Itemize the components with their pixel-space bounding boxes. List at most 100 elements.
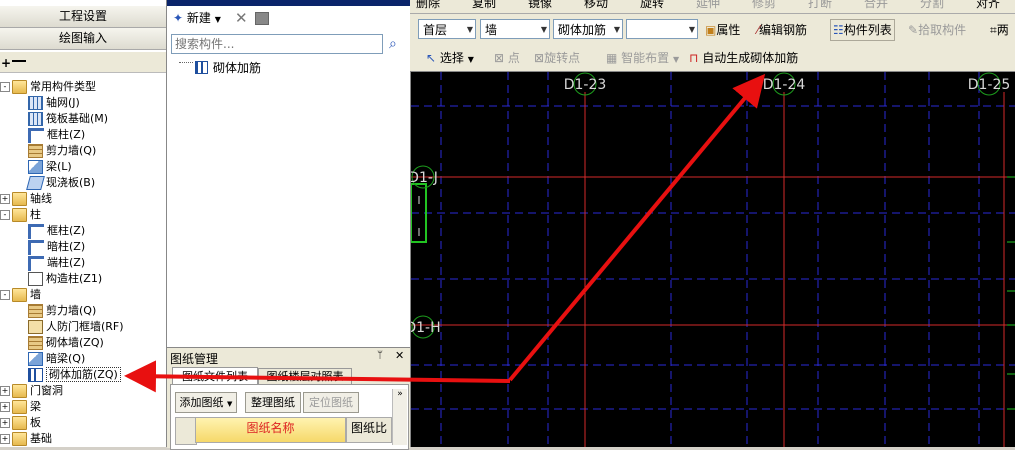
expand-icon[interactable]: + xyxy=(0,418,10,428)
tab-drawing-files[interactable]: 图纸文件列表 xyxy=(172,367,258,385)
point-label: 点 xyxy=(507,51,520,65)
tree-item[interactable]: 构造柱(Z1) xyxy=(28,271,102,287)
nav-project-settings[interactable]: 工程设置 xyxy=(0,6,166,28)
close-icon[interactable]: ✕ xyxy=(395,349,404,362)
tree-folder[interactable]: -柱 xyxy=(0,207,41,223)
nav-drawing-input[interactable]: 绘图输入 xyxy=(0,28,166,50)
tree-item[interactable]: 端柱(Z) xyxy=(28,255,85,271)
tree-item[interactable]: 现浇板(B) xyxy=(26,175,95,191)
smart-layout-button[interactable]: ▦ 智能布置 ▼ xyxy=(606,48,679,68)
tree-item[interactable]: 暗梁(Q) xyxy=(28,351,85,367)
expand-icon[interactable]: + xyxy=(0,386,10,396)
tree-label: 梁(L) xyxy=(46,160,72,173)
copy-icon[interactable] xyxy=(255,12,269,25)
pick-icon: ✎ xyxy=(908,23,919,37)
collapse-icon[interactable]: - xyxy=(0,82,10,92)
collapse-all-icon[interactable] xyxy=(12,60,26,62)
tree-label: 暗梁(Q) xyxy=(46,352,86,365)
edit-tool-4[interactable]: 旋转 xyxy=(640,0,664,11)
tree-folder[interactable]: + 板 xyxy=(0,415,41,431)
tree-item[interactable]: 暗柱(Z) xyxy=(28,239,85,255)
edit-rebar-button[interactable]: ⁄编辑钢筋 xyxy=(757,20,807,40)
tree-item[interactable]: 剪力墙(Q) xyxy=(28,303,96,319)
tree-label: 端柱(Z) xyxy=(47,256,86,269)
tree-item[interactable]: 砌体墙(ZQ) xyxy=(28,335,104,351)
expand-all-icon[interactable]: + xyxy=(1,56,11,70)
two-point-label: 两 xyxy=(996,23,1009,37)
select-label: 选择 xyxy=(439,51,464,65)
floor-select[interactable]: 首层 ▼ xyxy=(418,19,476,39)
tree-item[interactable]: 筏板基础(M) xyxy=(28,111,108,127)
rebar-icon xyxy=(28,368,43,382)
edit-tool-3[interactable]: 移动 xyxy=(584,0,608,11)
tree-item[interactable]: 轴网(J) xyxy=(28,95,80,111)
expand-icon[interactable]: + xyxy=(0,402,10,412)
expand-icon[interactable]: + xyxy=(0,194,10,204)
smart-icon: ▦ xyxy=(606,51,618,65)
collapse-icon[interactable]: - xyxy=(0,210,10,220)
new-component-button[interactable]: ✦ 新建 ▼ xyxy=(173,8,221,28)
tree-item[interactable]: 梁(L) xyxy=(28,159,72,175)
drawing-canvas[interactable]: D1-23 D1-24 D1-25 D1-J D1-H xyxy=(405,72,1015,447)
search-component-input[interactable] xyxy=(171,34,383,54)
edit-tool-1[interactable]: 复制 xyxy=(472,0,496,11)
add-drawing-button[interactable]: 添加图纸 ▼ xyxy=(175,392,237,413)
two-point-button[interactable]: ⌗两 xyxy=(990,20,1009,40)
cad-view[interactable]: D1-23 D1-24 D1-25 D1-J D1-H xyxy=(405,72,1015,447)
tree-item[interactable]: 剪力墙(Q) xyxy=(28,143,96,159)
column-header-drawing-name[interactable]: 图纸名称 xyxy=(195,417,346,443)
pin-icon[interactable]: ᛘ xyxy=(377,350,383,361)
tree-folder[interactable]: + 门窗洞 xyxy=(0,383,63,399)
row-header xyxy=(175,417,197,445)
edit-tool-9[interactable]: 分割 xyxy=(920,0,944,11)
edit-tool-6[interactable]: 修剪 xyxy=(752,0,776,11)
column-header-scale[interactable]: 图纸比 xyxy=(346,417,392,443)
organize-drawing-button[interactable]: 整理图纸 xyxy=(245,392,301,413)
axis-label: D1-24 xyxy=(763,77,806,93)
wall-icon xyxy=(28,336,43,350)
search-icon[interactable]: ⌕ xyxy=(389,36,397,52)
component-list-button[interactable]: ☷构件列表 xyxy=(830,19,895,41)
tree-item[interactable]: 框柱(Z) xyxy=(28,223,85,239)
select-button[interactable]: ↖ 选择 ▼ xyxy=(426,48,474,68)
tree-folder[interactable]: -墙 xyxy=(0,287,41,303)
edit-tool-10[interactable]: 对齐 xyxy=(976,0,1000,11)
delete-icon[interactable]: ✕ xyxy=(235,8,248,28)
pick-component-button[interactable]: ✎拾取构件 xyxy=(908,20,966,40)
type-select[interactable]: 墙 ▼ xyxy=(480,19,550,39)
extra-select[interactable]: ▼ xyxy=(626,19,698,39)
locate-drawing-button[interactable]: 定位图纸 xyxy=(303,392,359,413)
tree-label: 门窗洞 xyxy=(30,384,63,397)
tree-item[interactable]: 框柱(Z) xyxy=(28,127,85,143)
collapse-icon[interactable]: - xyxy=(0,290,10,300)
drawing-management-panel: 图纸管理 ᛘ ✕ 图纸文件列表 图纸楼层对照表 添加图纸 ▼ 整理图纸 定位图纸… xyxy=(167,347,410,450)
folder-icon xyxy=(12,192,27,206)
component-item[interactable]: 砌体加筋 xyxy=(213,59,261,76)
beam-icon xyxy=(28,160,43,174)
scrollbar[interactable]: » xyxy=(392,389,407,445)
tree-item[interactable]: 砌体加筋(ZQ) xyxy=(28,367,121,383)
folder-icon xyxy=(12,80,27,94)
edit-tool-2[interactable]: 镜像 xyxy=(528,0,552,11)
folder-icon xyxy=(12,400,27,414)
tree-folder[interactable]: - 常用构件类型 xyxy=(0,79,96,95)
rotate-point-button[interactable]: ⊠旋转点 xyxy=(534,48,580,68)
component-select[interactable]: 砌体加筋 ▼ xyxy=(553,19,623,39)
tree-item[interactable]: 人防门框墙(RF) xyxy=(28,319,124,335)
edit-tool-8[interactable]: 合并 xyxy=(864,0,888,11)
point-button[interactable]: ⊠ 点 xyxy=(494,48,520,68)
tree-label: 人防门框墙(RF) xyxy=(46,320,124,333)
edit-tool-7[interactable]: 打断 xyxy=(808,0,832,11)
edit-tool-0[interactable]: 删除 xyxy=(416,0,440,11)
rf-icon xyxy=(28,320,43,334)
properties-button[interactable]: ▣属性 xyxy=(705,20,740,40)
tree-label: 墙 xyxy=(30,288,41,301)
auto-rebar-label: 自动生成砌体加筋 xyxy=(702,51,799,65)
expand-icon[interactable]: + xyxy=(0,434,10,444)
edit-tool-5[interactable]: 延伸 xyxy=(696,0,720,11)
tab-floor-mapping[interactable]: 图纸楼层对照表 xyxy=(258,368,352,385)
auto-generate-rebar-button[interactable]: ⊓ 自动生成砌体加筋 xyxy=(689,48,798,68)
tree-folder[interactable]: + 梁 xyxy=(0,399,41,415)
tree-folder[interactable]: + 基础 xyxy=(0,431,52,447)
tree-folder[interactable]: + 轴线 xyxy=(0,191,52,207)
